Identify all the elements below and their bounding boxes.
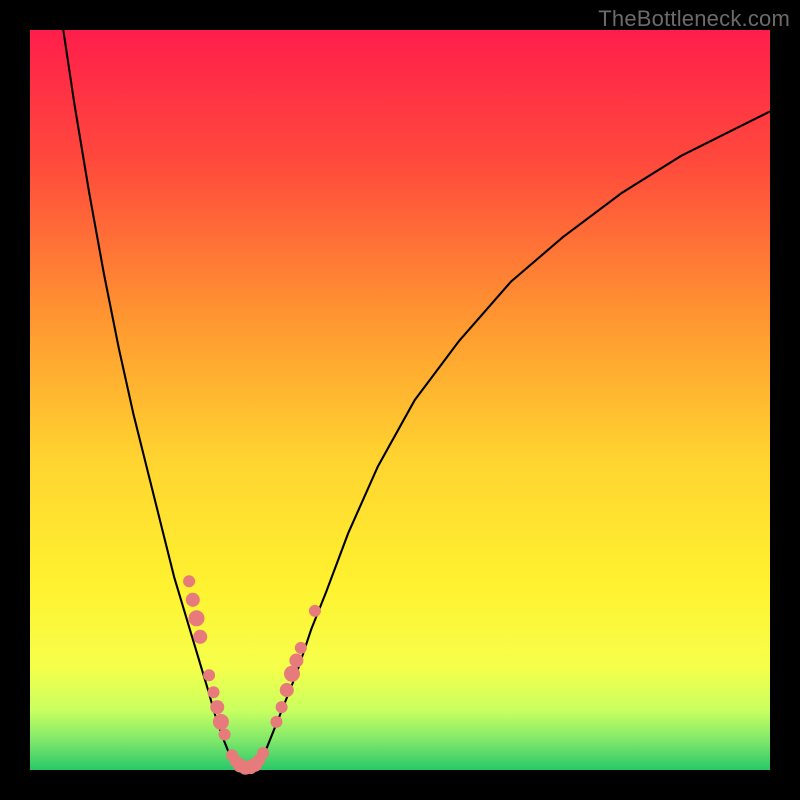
- sample-point: [276, 701, 288, 713]
- sample-point: [189, 610, 205, 626]
- sample-point: [183, 575, 195, 587]
- sample-point: [193, 630, 207, 644]
- sample-point: [295, 642, 307, 654]
- chart-frame: TheBottleneck.com: [0, 0, 800, 800]
- sample-point: [280, 683, 294, 697]
- sample-point: [289, 653, 303, 667]
- sample-point: [270, 716, 282, 728]
- watermark-text: TheBottleneck.com: [598, 6, 790, 32]
- sample-point: [208, 686, 220, 698]
- marker-group: [183, 575, 321, 775]
- sample-point: [284, 666, 300, 682]
- sample-point: [210, 700, 224, 714]
- sample-point: [203, 669, 215, 681]
- curve-layer: [30, 30, 770, 770]
- sample-point: [257, 747, 269, 759]
- sample-point: [219, 728, 231, 740]
- sample-point: [186, 593, 200, 607]
- bottleneck-curve: [63, 30, 770, 769]
- sample-point: [309, 605, 321, 617]
- sample-point: [213, 714, 229, 730]
